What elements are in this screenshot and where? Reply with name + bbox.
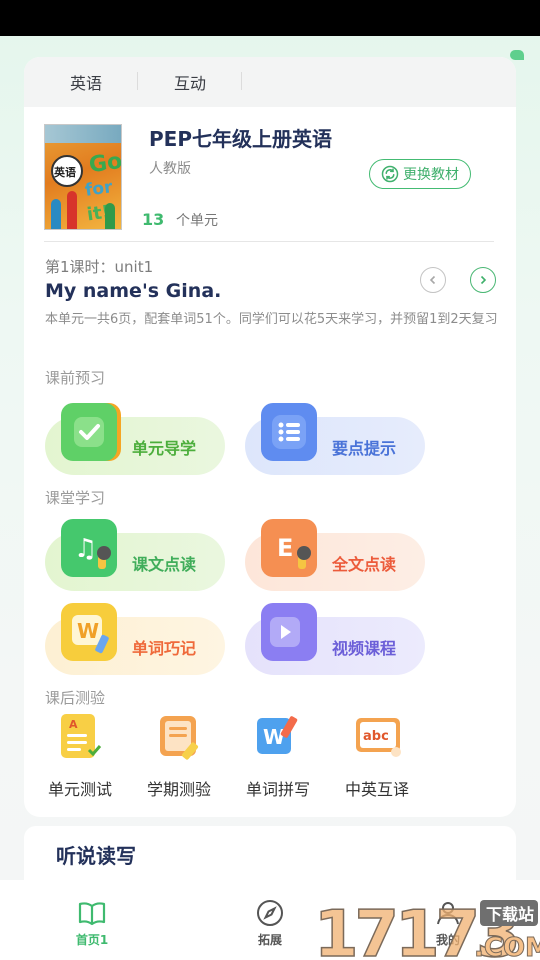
tab-bar: 英语 互动 [24, 57, 516, 107]
next-lesson-button[interactable] [470, 267, 496, 293]
notepad-pencil-icon [156, 712, 202, 764]
text-reading-button[interactable]: ♫ 课文点读 [45, 519, 225, 591]
w-pencil-icon: W [255, 712, 301, 764]
unit-count-suffix: 个单元 [176, 213, 218, 229]
unit-guide-label: 单元导学 [132, 439, 197, 458]
book-publisher: 人教版 [149, 161, 191, 177]
watermark-com: .COM [474, 933, 540, 960]
full-reading-label: 全文点读 [332, 555, 397, 574]
book-title: PEP七年级上册英语 [149, 127, 332, 151]
change-textbook-label: 更换教材 [403, 167, 459, 183]
translation-button[interactable]: abc 中英互译 [337, 712, 417, 800]
compass-icon [257, 900, 283, 926]
unit-test-label: 单元测试 [47, 780, 112, 799]
abc-board-icon: abc [354, 712, 401, 764]
section-preview: 课前预习 [45, 369, 106, 387]
change-textbook-button[interactable]: 更换教材 [369, 159, 471, 189]
watermark-badge: 下载站 [486, 905, 534, 924]
svg-text:E: E [277, 534, 293, 562]
video-camera-icon [261, 603, 317, 661]
svg-text:A: A [69, 718, 78, 731]
word-memory-button[interactable]: W 单词巧记 [45, 603, 225, 675]
previous-lesson-button[interactable] [420, 267, 446, 293]
refresh-icon [381, 165, 399, 183]
word-spelling-label: 单词拼写 [245, 780, 310, 799]
test-paper-icon: A [57, 712, 103, 764]
section-after-class: 课后测验 [45, 689, 106, 707]
cover-figure [51, 199, 61, 229]
e-book-microphone-icon: E [261, 519, 317, 577]
semester-test-label: 学期测验 [146, 780, 211, 799]
divider [44, 241, 494, 242]
section-classroom: 课堂学习 [45, 489, 106, 507]
lesson-description: 本单元一共6页，配套单词51个。同学们可以花5天来学习，并预留1到2天复习 [45, 312, 498, 327]
word-memory-label: 单词巧记 [132, 639, 197, 658]
lesson-number: 第1课时：unit1 [45, 258, 154, 276]
unit-guide-button[interactable]: 单元导学 [45, 403, 225, 475]
unit-count: 13 [142, 210, 165, 229]
nav-home[interactable]: 首页1 [52, 898, 132, 948]
cover-figure [105, 203, 115, 229]
chevron-left-icon [429, 275, 436, 285]
svg-text:♫: ♫ [74, 534, 97, 564]
list-icon [261, 403, 317, 461]
listen-speak-title: 听说读写 [56, 844, 136, 868]
text-reading-label: 课文点读 [132, 555, 197, 574]
key-points-label: 要点提示 [332, 439, 397, 458]
svg-text:W: W [263, 725, 285, 749]
translation-label: 中英互译 [344, 780, 409, 799]
svg-text:W: W [77, 619, 99, 643]
video-course-label: 视频课程 [332, 639, 397, 658]
book-cover[interactable]: 英语 Go for it! [44, 124, 122, 230]
site-watermark-logo: 17173 下载站 .COM [313, 897, 540, 960]
cover-subject: 英语 [54, 166, 76, 179]
unit-test-button[interactable]: A 单元测试 [40, 712, 120, 800]
checkmark-book-icon [61, 403, 117, 461]
cover-for: for [83, 177, 114, 201]
w-card-icon: W [61, 603, 117, 661]
tab-english[interactable]: 英语 [34, 70, 138, 94]
full-reading-button[interactable]: E 全文点读 [245, 519, 425, 591]
listen-speak-card: 听说读写 [24, 826, 516, 886]
cover-header [45, 125, 121, 143]
tab-interactive[interactable]: 互动 [138, 70, 242, 94]
nav-explore[interactable]: 拓展 [230, 898, 310, 948]
key-points-button[interactable]: 要点提示 [245, 403, 425, 475]
leaf-decoration [510, 50, 524, 60]
word-spelling-button[interactable]: W 单词拼写 [238, 712, 318, 800]
cover-go: Go [87, 148, 122, 179]
video-course-button[interactable]: 视频课程 [245, 603, 425, 675]
cover-figure [67, 191, 77, 229]
svg-text:abc: abc [363, 729, 389, 744]
open-book-icon [78, 902, 106, 926]
lesson-title: My name's Gina. [45, 280, 222, 302]
nav-home-label: 首页1 [75, 933, 109, 947]
status-bar [0, 0, 540, 36]
course-card: 英语 互动 英语 Go for it! PEP七年级上册英语 人教版 更换教材 … [24, 57, 516, 817]
music-microphone-icon: ♫ [61, 519, 117, 577]
chevron-right-icon [480, 275, 487, 285]
semester-test-button[interactable]: 学期测验 [139, 712, 219, 800]
nav-explore-label: 拓展 [257, 933, 282, 947]
